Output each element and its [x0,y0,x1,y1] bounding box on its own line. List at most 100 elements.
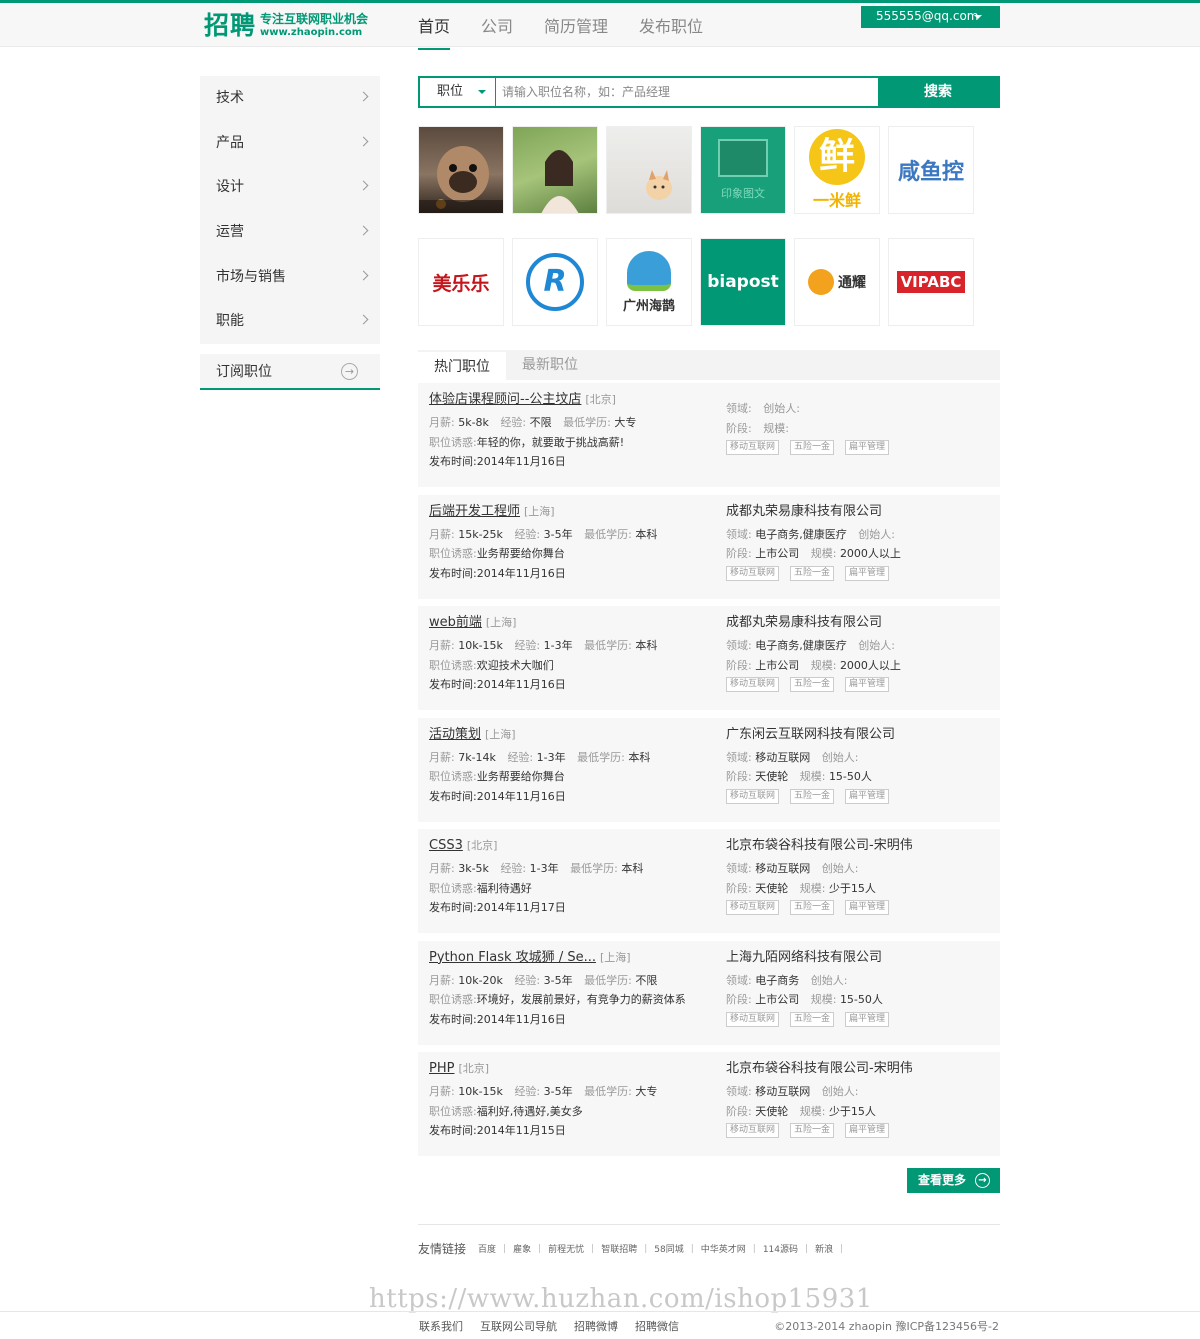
friend-link[interactable]: 新浪 [815,1242,833,1255]
category-operations[interactable]: 运营 [200,210,380,255]
nav-home[interactable]: 首页 [418,6,451,50]
job-card: Python Flask 攻城狮 / Se... [上海] 月薪: 10k-20k… [418,940,1000,1045]
category-product[interactable]: 产品 [200,121,380,166]
logo-slogan: 专注互联网职业机会 [260,12,369,26]
friend-link[interactable]: 中华英才网 [701,1242,746,1255]
logo-tile-r[interactable]: R [512,238,598,326]
scale-label: 规模: [799,881,826,895]
job-info: CSS3 [北京] 月薪: 3k-5k 经验: 1-3年 最低学历: 本科 职位诱… [429,837,719,918]
category-label: 运营 [216,224,244,241]
category-functions[interactable]: 职能 [200,299,380,344]
footer-link-contact[interactable]: 联系我们 [419,1318,463,1334]
category-marketing[interactable]: 市场与销售 [200,255,380,300]
job-title-link[interactable]: CSS3 [429,838,463,853]
user-menu-button[interactable]: 555555@qq.com [861,6,1000,28]
domain-value: 电子商务,健康医疗 [755,527,847,541]
view-more-button[interactable]: 查看更多 → [907,1168,1000,1193]
nav-post-job[interactable]: 发布职位 [639,6,703,50]
company-name-link[interactable]: 广东闲云互联网科技有限公司 [726,726,996,744]
logo-tile-biapost[interactable]: biapost [700,238,786,326]
logo-tile-haique[interactable]: 广州海鹊 [606,238,692,326]
photo-tile-girl[interactable] [512,126,598,214]
experience-value: 1-3年 [529,862,559,875]
arrow-right-circle-icon: → [341,363,358,381]
footer: 联系我们 互联网公司导航 招聘微博 招聘微信 ©2013-2014 zhaopi… [419,1318,999,1334]
logo-tile-yimixian[interactable]: 鲜 一米鲜 [794,126,880,214]
education-label: 最低学历: [584,639,632,652]
company-domain-line: 领域: 电子商务 创始人: [726,971,996,991]
company-tag: 移动互联网 [726,900,780,915]
logo-tile-tongyao[interactable]: 通耀 [794,238,880,326]
nav-company[interactable]: 公司 [481,6,513,50]
friend-link[interactable]: 百度 [478,1242,496,1255]
job-perk: 职位诱惑:业务帮要给你舞台 [429,544,719,564]
company-tags: 移动互联网 五险一金 扁平管理 [726,677,996,692]
job-info: Python Flask 攻城狮 / Se... [上海] 月薪: 10k-20k… [429,949,719,1030]
site-logo[interactable]: 招聘 专注互联网职业机会 www.zhaopin.com [204,12,368,42]
friend-link[interactable]: 前程无忧 [548,1242,584,1255]
perk-label: 职位诱惑: [429,435,477,449]
education-value: 本科 [621,862,644,875]
job-title-link[interactable]: 活动策划 [429,727,481,742]
logo-tile-meilele[interactable]: 美乐乐 [418,238,504,326]
job-title-link[interactable]: PHP [429,1061,454,1076]
company-domain-line: 领域: 创始人: [726,399,996,419]
job-title-link[interactable]: 后端开发工程师 [429,504,520,519]
logo-tile-vipabc[interactable]: VIPABC [888,238,974,326]
company-tag: 移动互联网 [726,440,780,455]
friend-link[interactable]: 智联招聘 [601,1242,637,1255]
subscribe-jobs-button[interactable]: 订阅职位 → [200,354,380,391]
search-input[interactable] [496,78,878,106]
job-title-link[interactable]: Python Flask 攻城狮 / Se... [429,950,596,965]
company-name-link[interactable]: 上海九陌网络科技有限公司 [726,949,996,967]
logo-tile-yinxiang[interactable]: 印象图文 [700,126,786,214]
education-value: 大专 [635,1085,658,1098]
separator: | [644,1243,648,1254]
nav-resume[interactable]: 简历管理 [544,6,608,50]
job-title-link[interactable]: 体验店课程顾问--公主坟店 [429,392,581,407]
job-card: 体验店课程顾问--公主坟店 [北京] 月薪: 5k-8k 经验: 不限 最低学历:… [418,383,1000,487]
scale-value: 2000人以上 [839,658,901,672]
footer-link-wechat[interactable]: 招聘微信 [635,1318,679,1334]
footer-link-company-nav[interactable]: 互联网公司导航 [480,1318,557,1334]
friend-link[interactable]: 雇象 [513,1242,531,1255]
job-requirements: 月薪: 10k-20k 经验: 3-5年 最低学历: 不限 [429,971,719,991]
job-city: [北京] [466,839,498,852]
company-info: 广东闲云互联网科技有限公司 领域: 移动互联网 创始人: 阶段: 天使轮 规模:… [726,726,996,804]
experience-label: 经验: [514,973,541,987]
search-type-value: 职位 [437,84,464,99]
tab-hot-jobs[interactable]: 热门职位 [418,350,506,380]
salary-value: 3k-5k [458,862,489,875]
perk-value: 福利待遇好 [476,881,532,895]
company-name-link[interactable]: 成都丸荣易康科技有限公司 [726,503,996,521]
company-name-link[interactable]: 北京布袋谷科技有限公司-宋明伟 [726,837,996,855]
logo-tile-xianyukong[interactable]: 咸鱼控 [888,126,974,214]
stage-label: 阶段: [726,421,752,435]
company-stage-line: 阶段: 天使轮 规模: 15-50人 [726,767,996,787]
perk-label: 职位诱惑: [429,1104,477,1118]
company-tag: 扁平管理 [845,1011,890,1027]
scale-label: 规模: [810,547,837,560]
publish-date: 发布时间:2014年11月16日 [429,678,566,691]
tab-latest-jobs[interactable]: 最新职位 [506,350,594,380]
job-perk: 职位诱惑:福利待遇好 [429,879,719,899]
photo-tile-dog[interactable] [418,126,504,214]
job-title-line: 体验店课程顾问--公主坟店 [北京] [429,391,719,409]
logo-main-text: 招聘 [204,11,257,40]
photo-tile-cat[interactable] [606,126,692,214]
stage-value: 天使轮 [755,770,789,783]
friend-link[interactable]: 58同城 [654,1242,683,1255]
yimixian-logo: 鲜 一米鲜 [809,129,865,211]
search-button[interactable]: 搜索 [878,78,998,106]
friend-link[interactable]: 114源码 [763,1242,798,1255]
category-design[interactable]: 设计 [200,165,380,210]
education-value: 大专 [614,416,637,429]
company-name-link[interactable]: 北京布袋谷科技有限公司-宋明伟 [726,1060,996,1078]
company-name-link[interactable]: 成都丸荣易康科技有限公司 [726,614,996,632]
search-type-select[interactable]: 职位 [420,78,496,106]
main-nav: 首页 公司 简历管理 发布职位 [418,6,734,50]
company-info: 成都丸荣易康科技有限公司 领域: 电子商务,健康医疗 创始人: 阶段: 上市公司… [726,614,996,692]
job-title-link[interactable]: web前端 [429,615,482,630]
footer-link-weibo[interactable]: 招聘微博 [574,1318,618,1334]
category-tech[interactable]: 技术 [200,76,380,121]
